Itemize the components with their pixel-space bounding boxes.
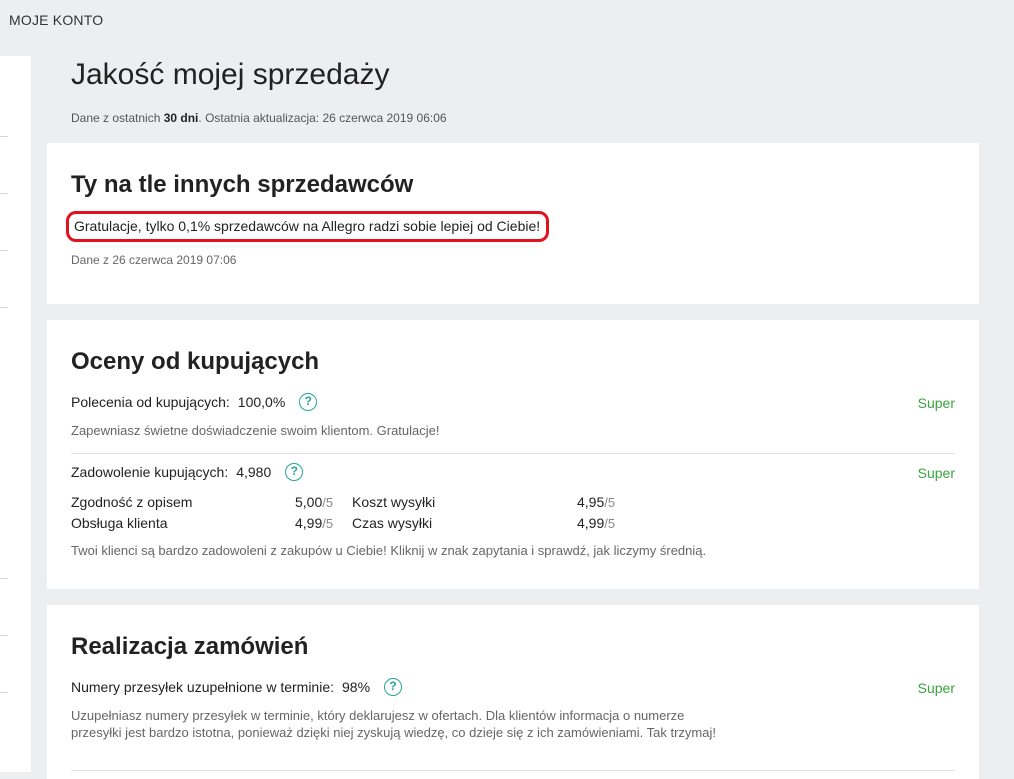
tracking-description: Uzupełniasz numery przesyłek w terminie,… xyxy=(71,708,716,740)
subtitle-prefix: Dane z ostatnich xyxy=(71,111,164,125)
score-label: Czas wysyłki xyxy=(352,515,433,531)
top-bar: MOJE KONTO xyxy=(0,0,1014,40)
sidebar-divider xyxy=(0,578,8,579)
satisfaction-label: Zadowolenie kupujących: xyxy=(71,464,229,480)
page-title: Jakość mojej sprzedaży xyxy=(71,58,390,91)
tracking-value: 98% xyxy=(342,679,371,695)
tracking-status: Super xyxy=(917,680,955,696)
account-title[interactable]: MOJE KONTO xyxy=(9,12,103,28)
score-number: 5,00 xyxy=(295,494,323,510)
satisfaction-status: Super xyxy=(917,465,955,481)
satisfaction-row: Zadowolenie kupujących: 4,980 ? xyxy=(71,463,304,481)
score-label: Obsługa klienta xyxy=(71,515,168,531)
subtitle-suffix: . Ostatnia aktualizacja: 26 czerwca 2019… xyxy=(198,111,447,125)
score-value: 4,95/5 xyxy=(577,494,615,510)
fulfillment-title: Realizacja zamówień xyxy=(71,633,309,660)
sidebar-divider xyxy=(0,136,8,137)
recommendations-value: 100,0% xyxy=(237,394,286,410)
question-mark-circle-icon[interactable]: ? xyxy=(285,463,304,481)
score-value: 4,99/5 xyxy=(295,515,333,531)
sidebar-divider xyxy=(0,250,8,251)
score-denominator: /5 xyxy=(322,495,334,510)
question-mark-circle-icon[interactable]: ? xyxy=(384,678,403,696)
score-number: 4,95 xyxy=(577,494,605,510)
comparison-message: Gratulacje, tylko 0,1% sprzedawców na Al… xyxy=(66,211,550,242)
section-divider xyxy=(71,770,955,771)
score-denominator: /5 xyxy=(322,516,334,531)
section-divider xyxy=(71,453,955,454)
recommendations-status: Super xyxy=(917,395,955,411)
score-label: Koszt wysyłki xyxy=(352,494,436,510)
recommendations-row: Polecenia od kupujących: 100,0% ? xyxy=(71,393,318,411)
fulfillment-card: Realizacja zamówień Numery przesyłek uzu… xyxy=(47,605,979,779)
recommendations-label: Polecenia od kupujących: xyxy=(71,394,230,410)
sidebar-divider xyxy=(0,692,8,693)
page-subtitle: Dane z ostatnich 30 dni. Ostatnia aktual… xyxy=(71,111,447,125)
score-value: 5,00/5 xyxy=(295,494,333,510)
score-denominator: /5 xyxy=(604,495,616,510)
score-denominator: /5 xyxy=(604,516,616,531)
score-number: 4,99 xyxy=(577,515,605,531)
ratings-card: Oceny od kupujących Polecenia od kupując… xyxy=(47,320,979,589)
sidebar-divider xyxy=(0,635,8,636)
question-mark-circle-icon[interactable]: ? xyxy=(299,393,318,411)
recommendations-description: Zapewniasz świetne doświadczenie swoim k… xyxy=(71,423,440,438)
score-number: 4,99 xyxy=(295,515,323,531)
score-label: Zgodność z opisem xyxy=(71,494,193,510)
score-value: 4,99/5 xyxy=(577,515,615,531)
comparison-title: Ty na tle innych sprzedawców xyxy=(71,171,414,198)
tracking-row: Numery przesyłek uzupełnione w terminie:… xyxy=(71,678,403,696)
satisfaction-value: 4,980 xyxy=(236,464,272,480)
sidebar-divider xyxy=(0,193,8,194)
tracking-label: Numery przesyłek uzupełnione w terminie: xyxy=(71,679,334,695)
subtitle-days: 30 dni xyxy=(163,111,199,125)
ratings-title: Oceny od kupujących xyxy=(71,348,320,375)
satisfaction-description: Twoi klienci są bardzo zadowoleni z zaku… xyxy=(71,543,707,558)
left-sidebar xyxy=(0,56,31,772)
comparison-date: Dane z 26 czerwca 2019 07:06 xyxy=(71,253,237,267)
sidebar-divider xyxy=(0,307,8,308)
comparison-card: Ty na tle innych sprzedawców Gratulacje,… xyxy=(47,143,979,304)
